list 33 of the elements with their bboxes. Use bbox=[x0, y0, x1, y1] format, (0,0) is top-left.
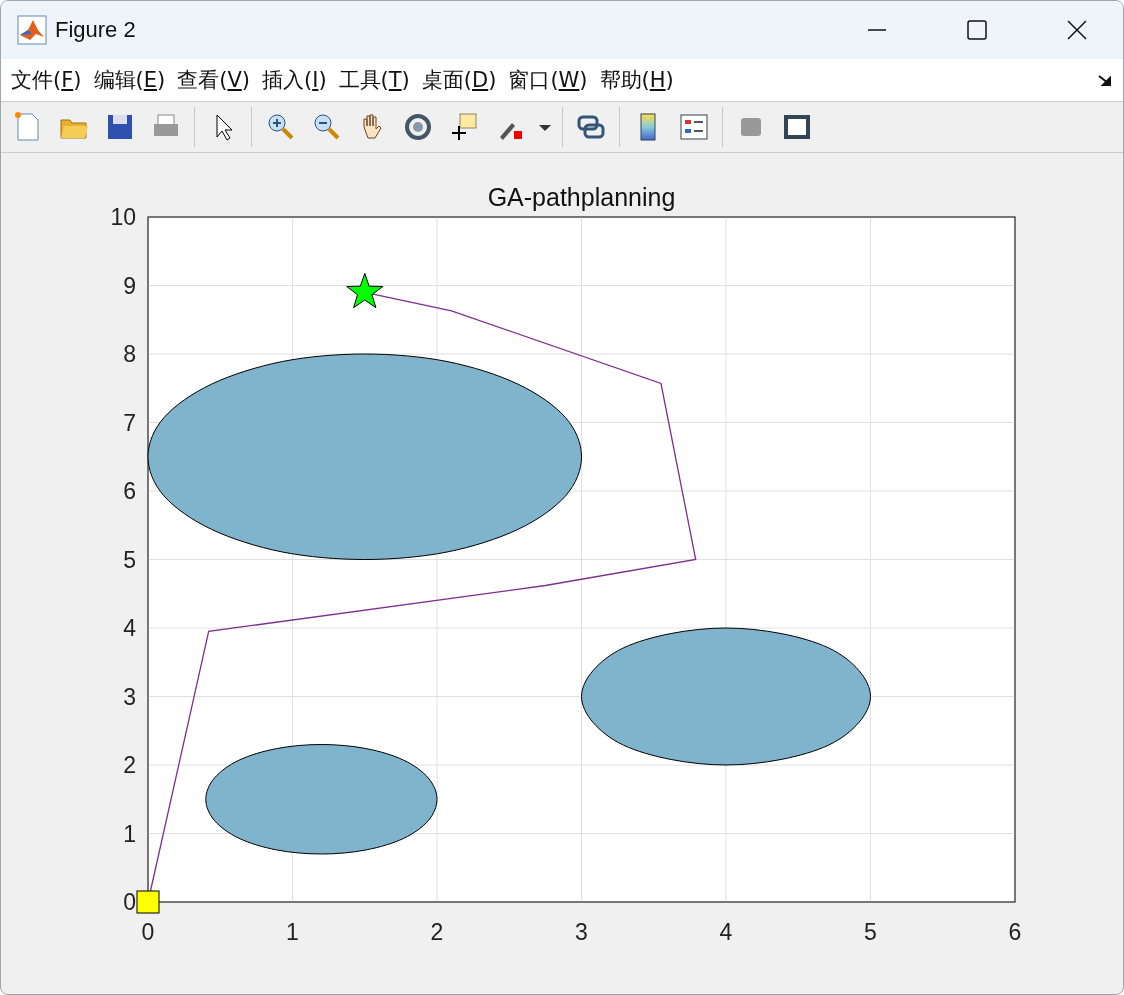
close-icon bbox=[1067, 20, 1087, 40]
y-tick-label: 1 bbox=[123, 820, 136, 847]
x-tick-label: 3 bbox=[575, 919, 588, 945]
x-tick-label: 2 bbox=[430, 919, 444, 945]
menu-item[interactable]: 桌面(D) bbox=[415, 66, 503, 94]
y-tick-label: 4 bbox=[123, 615, 136, 641]
y-tick-label: 10 bbox=[110, 204, 136, 230]
y-tick-label: 0 bbox=[123, 889, 136, 915]
y-tick-label: 3 bbox=[123, 683, 136, 710]
menu-item[interactable]: 帮助(H) bbox=[593, 66, 680, 94]
x-tick-label: 0 bbox=[141, 919, 155, 945]
x-tick-label: 6 bbox=[1008, 919, 1022, 945]
y-tick-label: 7 bbox=[123, 409, 136, 436]
menu-item[interactable]: 查看(V) bbox=[171, 66, 256, 94]
x-tick-label: 1 bbox=[286, 919, 299, 945]
y-tick-label: 6 bbox=[123, 478, 136, 504]
menu-item[interactable]: 文件(F) bbox=[5, 66, 88, 94]
y-tick-label: 2 bbox=[123, 752, 136, 778]
window-title: Figure 2 bbox=[55, 17, 137, 43]
maximize-icon bbox=[967, 20, 987, 40]
x-tick-label: 5 bbox=[864, 919, 877, 945]
app-logo-icon bbox=[17, 15, 47, 45]
y-tick-label: 5 bbox=[123, 546, 136, 573]
menu-item[interactable]: 工具(T) bbox=[332, 66, 416, 94]
y-tick-label: 8 bbox=[123, 341, 136, 367]
menu-item[interactable]: 编辑(E) bbox=[87, 66, 172, 94]
dock-arrow-icon[interactable] bbox=[1097, 72, 1113, 88]
menu-item[interactable]: 插入(I) bbox=[255, 66, 333, 94]
chart-title: GA-pathplanning bbox=[487, 183, 676, 211]
x-tick-label: 4 bbox=[719, 919, 733, 945]
minimize-icon bbox=[867, 29, 887, 31]
menu-item[interactable]: 窗口(W) bbox=[502, 66, 594, 94]
y-tick-label: 9 bbox=[123, 272, 136, 299]
